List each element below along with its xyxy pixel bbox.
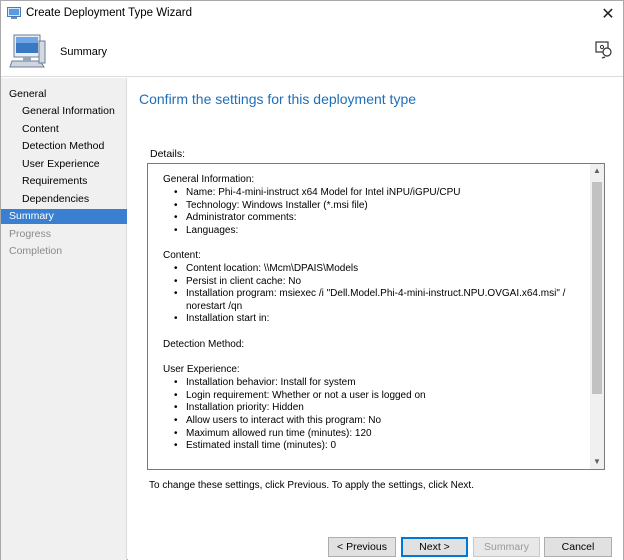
detail-line: Technology: Windows Installer (*.msi fil… [163, 200, 583, 213]
sidebar-item-requirements[interactable]: Requirements [1, 174, 127, 189]
details-label: Details: [150, 148, 186, 160]
sidebar-item-completion: Completion [9, 245, 63, 257]
scroll-down-arrow-icon[interactable]: ▼ [590, 455, 604, 469]
detail-line: Installation behavior: Install for syste… [163, 377, 583, 390]
wizard-window: Create Deployment Type Wizard ✕ Summary … [0, 0, 624, 560]
next-button[interactable]: Next > [401, 537, 468, 557]
detail-line: Languages: [163, 225, 583, 238]
sidebar-item-content[interactable]: Content [1, 122, 127, 137]
sidebar-item-progress: Progress [9, 228, 52, 240]
title-bar: Create Deployment Type Wizard ✕ [1, 1, 623, 27]
scroll-up-arrow-icon[interactable]: ▲ [590, 164, 604, 178]
wizard-header: Summary [1, 27, 623, 77]
detail-line: Installation program: msiexec /i "Dell.M… [163, 288, 583, 301]
section-title-user-experience: User Experience: [163, 364, 240, 376]
computer-icon [9, 34, 46, 68]
help-icon[interactable] [595, 41, 613, 59]
detail-line: Name: Phi-4-mini-instruct x64 Model for … [163, 187, 583, 200]
detail-line: Content location: \\Mcm\DPAIS\Models [163, 263, 583, 276]
sidebar-item-dependencies[interactable]: Dependencies [1, 192, 127, 207]
previous-button[interactable]: < Previous [328, 537, 396, 557]
wizard-content: Confirm the settings for this deployment… [128, 78, 623, 560]
sidebar-item-user-experience[interactable]: User Experience [1, 157, 127, 172]
window-title: Create Deployment Type Wizard [26, 7, 192, 19]
detail-line: Estimated install time (minutes): 0 [163, 440, 583, 453]
details-scrollbar[interactable]: ▲ ▼ [590, 164, 604, 469]
wizard-app-icon [7, 7, 21, 19]
detail-line-continuation: norestart /qn [186, 300, 243, 312]
detail-line: Installation start in: [163, 313, 583, 326]
scroll-thumb[interactable] [592, 182, 602, 394]
wizard-sidebar: General General Information Content Dete… [1, 78, 127, 560]
header-title: Summary [60, 46, 108, 58]
sidebar-item-general-information[interactable]: General Information [1, 104, 127, 119]
detail-line: Administrator comments: [163, 212, 583, 225]
details-content: General Information: Name: Phi-4-mini-in… [163, 174, 583, 453]
close-icon: ✕ [601, 6, 615, 23]
sidebar-item-summary[interactable]: Summary [1, 209, 127, 224]
close-button[interactable]: ✕ [593, 1, 623, 27]
sidebar-item-general[interactable]: General [1, 87, 127, 102]
detail-line: Persist in client cache: No [163, 276, 583, 289]
instruction-text: To change these settings, click Previous… [149, 480, 474, 491]
section-title-content: Content: [163, 249, 201, 261]
page-title: Confirm the settings for this deployment… [139, 91, 417, 107]
detail-line: Maximum allowed run time (minutes): 120 [163, 428, 583, 441]
details-textbox[interactable]: General Information: Name: Phi-4-mini-in… [147, 163, 605, 470]
detail-line: Allow users to interact with this progra… [163, 415, 583, 428]
section-title-general-information: General Information: [163, 174, 255, 185]
detail-line: Login requirement: Whether or not a user… [163, 390, 583, 403]
sidebar-item-detection-method[interactable]: Detection Method [1, 139, 127, 154]
cancel-button[interactable]: Cancel [544, 537, 612, 557]
summary-button: Summary [473, 537, 540, 557]
section-title-detection-method: Detection Method: [163, 338, 245, 350]
detail-line: Installation priority: Hidden [163, 402, 583, 415]
